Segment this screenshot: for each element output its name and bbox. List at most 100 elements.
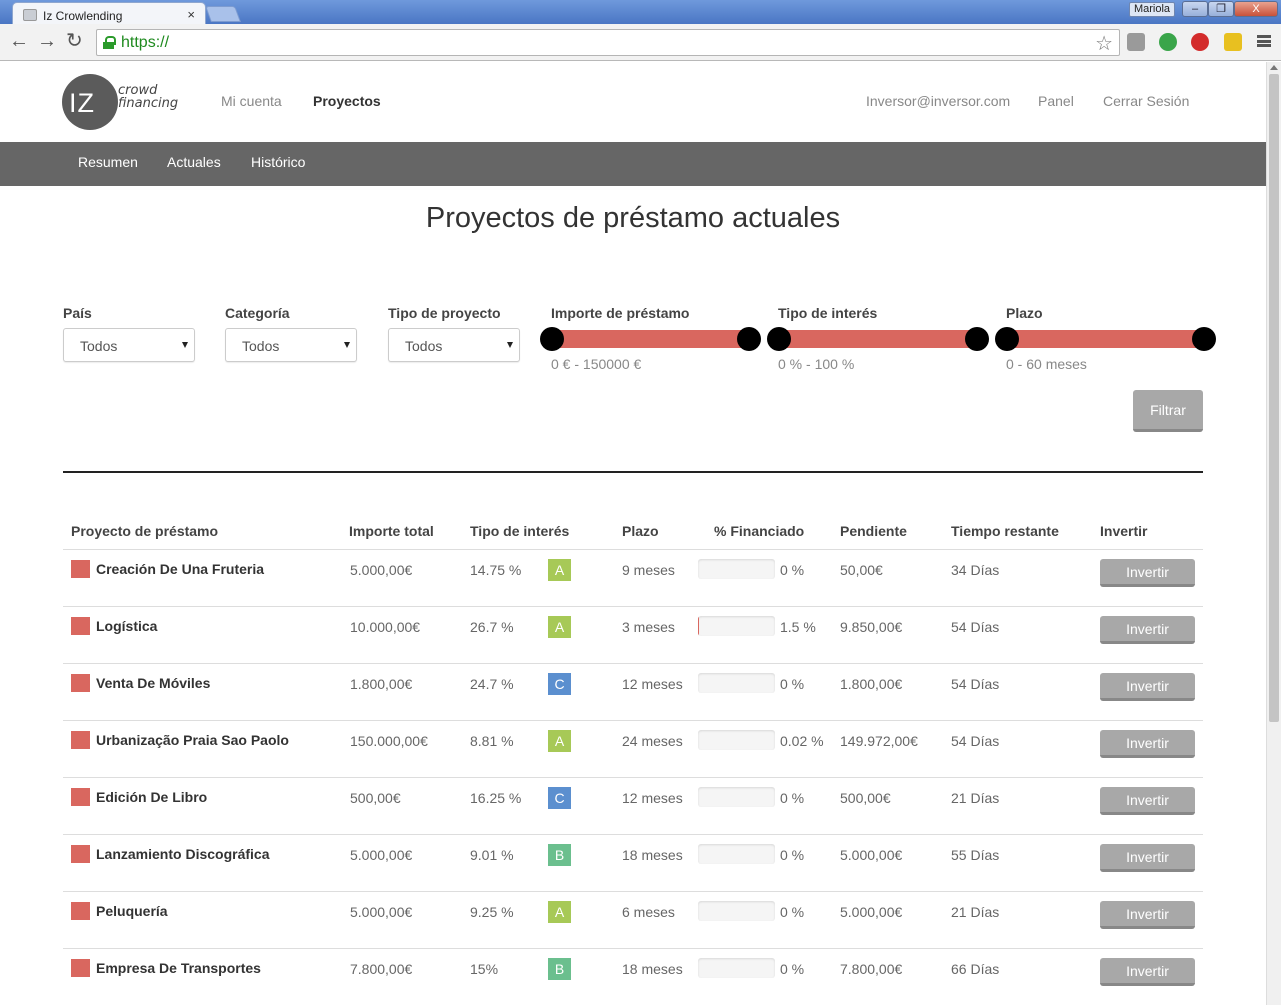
nav-mi-cuenta[interactable]: Mi cuenta — [221, 93, 282, 109]
url-text[interactable]: https:// — [121, 34, 169, 52]
project-name[interactable]: Peluquería — [96, 903, 168, 919]
table-row: Creación De Una Fruteria 5.000,00€ 14.75 %… — [63, 550, 1203, 607]
tab-close-icon[interactable]: × — [187, 7, 195, 22]
vertical-scrollbar[interactable] — [1266, 62, 1281, 1005]
col-header-interes: Tipo de interés — [470, 523, 570, 539]
select-pais[interactable]: Todos — [63, 328, 195, 362]
close-window-button[interactable]: X — [1234, 1, 1278, 17]
reload-icon[interactable]: ↻ — [66, 31, 83, 51]
cell-pendiente: 149.972,00€ — [840, 733, 918, 749]
subnav-actuales[interactable]: Actuales — [167, 154, 221, 170]
subnav-historico[interactable]: Histórico — [251, 154, 305, 170]
user-email-link[interactable]: Inversor@inversor.com — [866, 93, 1010, 109]
logout-link[interactable]: Cerrar Sesión — [1103, 93, 1189, 109]
cell-financiado: 0 % — [780, 790, 805, 806]
funding-progress-bar — [698, 616, 775, 636]
slider-interes-track[interactable] — [778, 330, 977, 348]
scroll-up-arrow-icon[interactable] — [1270, 65, 1278, 70]
download-extension-icon[interactable] — [1127, 33, 1145, 51]
project-color-square — [71, 731, 90, 749]
address-bar[interactable]: https:// ☆ — [96, 29, 1120, 56]
cell-pendiente: 7.800,00€ — [840, 961, 903, 977]
invertir-button[interactable]: Invertir — [1100, 616, 1195, 644]
project-name[interactable]: Empresa De Transportes — [96, 960, 261, 976]
back-arrow-icon[interactable]: ← — [9, 31, 29, 51]
cell-plazo: 3 meses — [622, 619, 675, 635]
device-extension-icon[interactable] — [1224, 33, 1242, 51]
section-divider — [63, 471, 1203, 473]
risk-grade-badge: C — [548, 787, 571, 809]
cell-tiempo: 66 Días — [951, 961, 1000, 977]
funding-progress-bar — [698, 730, 775, 750]
invertir-button[interactable]: Invertir — [1100, 730, 1195, 758]
table-row: Urbanização Praia Sao Paolo 150.000,00€ 8.… — [63, 721, 1203, 778]
logo-letters: IZ — [69, 88, 95, 118]
project-name[interactable]: Creación De Una Fruteria — [96, 561, 264, 577]
project-color-square — [71, 959, 90, 977]
minimize-button[interactable]: – — [1182, 1, 1208, 17]
project-name[interactable]: Lanzamiento Discográfica — [96, 846, 270, 862]
risk-grade-badge: C — [548, 673, 571, 695]
project-name[interactable]: Logística — [96, 618, 157, 634]
scrollbar-thumb[interactable] — [1269, 74, 1279, 722]
bookmark-star-icon[interactable]: ☆ — [1095, 31, 1113, 56]
cell-interes: 15% — [470, 961, 499, 977]
invertir-button[interactable]: Invertir — [1100, 673, 1195, 701]
cell-tiempo: 21 Días — [951, 790, 1000, 806]
filter-label-importe: Importe de préstamo — [551, 305, 690, 321]
nav-proyectos[interactable]: Proyectos — [313, 93, 381, 109]
chat-extension-icon[interactable] — [1159, 33, 1177, 51]
col-header-financiado: % Financiado — [714, 523, 805, 539]
cell-interes: 14.75 % — [470, 562, 522, 578]
slider-plazo-max-handle[interactable] — [1192, 327, 1216, 351]
page-viewport: IZ crowd financing Mi cuenta Proyectos I… — [0, 62, 1266, 1005]
invertir-button[interactable]: Invertir — [1100, 844, 1195, 872]
col-header-plazo: Plazo — [622, 523, 659, 539]
site-logo[interactable]: IZ — [62, 74, 118, 130]
project-color-square — [71, 674, 90, 692]
cell-pendiente: 1.800,00€ — [840, 676, 903, 692]
cell-plazo: 9 meses — [622, 562, 675, 578]
cell-pendiente: 9.850,00€ — [840, 619, 903, 635]
project-name[interactable]: Urbanização Praia Sao Paolo — [96, 732, 289, 748]
select-tipo-proyecto-value: Todos — [405, 338, 443, 354]
slider-interes-min-handle[interactable] — [767, 327, 791, 351]
risk-grade-badge: B — [548, 958, 571, 980]
nav-panel[interactable]: Panel — [1038, 93, 1074, 109]
filter-button[interactable]: Filtrar — [1133, 390, 1203, 432]
slider-importe-track[interactable] — [551, 330, 749, 348]
caret-down-icon — [344, 342, 350, 348]
browser-menu-icon[interactable] — [1257, 35, 1271, 47]
project-name[interactable]: Venta De Móviles — [96, 675, 210, 691]
browser-toolbar: ← → ↻ https:// ☆ — [0, 24, 1281, 61]
slider-interes-max-handle[interactable] — [965, 327, 989, 351]
cell-tiempo: 21 Días — [951, 904, 1000, 920]
cell-interes: 8.81 % — [470, 733, 514, 749]
invertir-button[interactable]: Invertir — [1100, 787, 1195, 815]
forward-arrow-icon[interactable]: → — [37, 31, 57, 51]
power-extension-icon[interactable] — [1191, 33, 1209, 51]
cell-interes: 26.7 % — [470, 619, 514, 635]
project-name[interactable]: Edición De Libro — [96, 789, 207, 805]
subnav-resumen[interactable]: Resumen — [78, 154, 138, 170]
cell-plazo: 6 meses — [622, 904, 675, 920]
select-tipo-proyecto[interactable]: Todos — [388, 328, 520, 362]
slider-importe-max-handle[interactable] — [737, 327, 761, 351]
invertir-button[interactable]: Invertir — [1100, 958, 1195, 986]
funding-progress-bar — [698, 901, 775, 921]
slider-plazo-min-handle[interactable] — [995, 327, 1019, 351]
project-color-square — [71, 845, 90, 863]
slider-importe-range: 0 € - 150000 € — [551, 356, 642, 372]
maximize-button[interactable]: ❐ — [1208, 1, 1234, 17]
table-row: Empresa De Transportes 7.800,00€ 15% 18 mes… — [63, 949, 1203, 1005]
slider-importe-min-handle[interactable] — [540, 327, 564, 351]
cell-pendiente: 50,00€ — [840, 562, 883, 578]
cell-importe: 5.000,00€ — [350, 904, 413, 920]
select-categoria[interactable]: Todos — [225, 328, 357, 362]
logo-word-financing: financing — [118, 96, 179, 111]
profile-badge[interactable]: Mariola — [1129, 2, 1175, 17]
invertir-button[interactable]: Invertir — [1100, 559, 1195, 587]
invertir-button[interactable]: Invertir — [1100, 901, 1195, 929]
new-tab-button[interactable] — [205, 6, 241, 22]
slider-plazo-track[interactable] — [1006, 330, 1204, 348]
